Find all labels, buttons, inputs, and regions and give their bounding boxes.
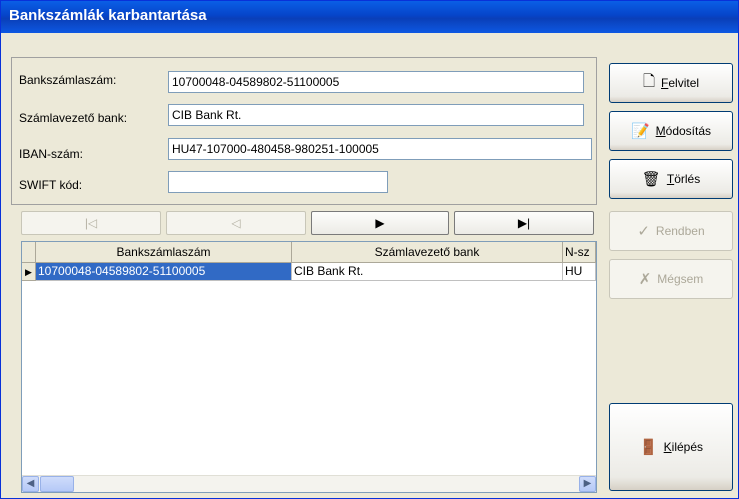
prev-record-button[interactable]: ◁ <box>166 211 306 235</box>
next-record-icon: ▶ <box>375 216 385 230</box>
modify-button[interactable]: 📝 Módosítás <box>609 111 733 151</box>
checkmark-icon: ✓ <box>637 223 650 240</box>
add-button[interactable]: 🗋 Felvitel <box>609 63 733 103</box>
scroll-right-icon[interactable]: ▶ <box>579 476 596 492</box>
grid-corner <box>22 242 36 263</box>
horizontal-scrollbar[interactable]: ◀ ▶ <box>22 475 596 492</box>
account-label: Bankszámlaszám: <box>19 73 117 87</box>
prev-record-icon: ◁ <box>231 216 241 230</box>
first-record-button[interactable]: |◁ <box>21 211 161 235</box>
add-label: elvitel <box>668 76 700 90</box>
account-number-field[interactable]: 10700048-04589802-51100005 <box>168 71 584 93</box>
delete-label: örlés <box>674 172 701 186</box>
cross-icon: ✗ <box>638 271 652 288</box>
title-bar: Bankszámlák karbantartása <box>1 1 738 33</box>
next-record-button[interactable]: ▶ <box>311 211 449 235</box>
modify-label: ódosítás <box>665 124 712 138</box>
new-document-icon: 🗋 <box>642 72 656 90</box>
current-row-indicator: ▶ <box>22 263 36 281</box>
last-record-icon: ▶| <box>517 216 531 230</box>
cancel-label: Mégsem <box>657 272 704 286</box>
edit-document-icon: 📝 <box>630 123 650 140</box>
ok-button[interactable]: ✓ Rendben <box>609 211 733 251</box>
swift-label: SWIFT kód: <box>19 178 83 192</box>
add-accel: F <box>661 76 669 90</box>
scroll-thumb[interactable] <box>40 476 74 492</box>
column-header-account[interactable]: Bankszámlaszám <box>36 242 292 263</box>
cancel-button[interactable]: ✗ Mégsem <box>609 259 733 299</box>
bank-label: Számlavezető bank: <box>19 111 128 125</box>
trash-icon: 🗑 <box>641 171 661 188</box>
main-window: Bankszámlák karbantartása Bankszámlaszám… <box>0 0 739 499</box>
ok-label: Rendben <box>655 224 705 238</box>
column-header-n[interactable]: N-sz <box>563 242 596 263</box>
table-cell-account[interactable]: 10700048-04589802-51100005 <box>36 263 292 281</box>
modify-accel: M <box>655 124 666 138</box>
last-record-button[interactable]: ▶| <box>454 211 594 235</box>
column-header-bank[interactable]: Számlavezető bank <box>292 242 563 263</box>
swift-field[interactable] <box>168 171 388 193</box>
iban-label: IBAN-szám: <box>19 147 84 161</box>
first-record-icon: |◁ <box>84 216 98 230</box>
table-cell-n[interactable]: HU <box>563 263 596 281</box>
window-title: Bankszámlák karbantartása <box>9 7 207 24</box>
delete-accel: T <box>666 172 675 186</box>
exit-label: ilépés <box>671 440 704 454</box>
delete-button[interactable]: 🗑 Törlés <box>609 159 733 199</box>
table-cell-bank[interactable]: CIB Bank Rt. <box>292 263 563 281</box>
exit-accel: K <box>663 440 672 454</box>
bank-name-field[interactable]: CIB Bank Rt. <box>168 104 584 126</box>
iban-field[interactable]: HU47-107000-480458-980251-100005 <box>168 138 592 160</box>
scroll-left-icon[interactable]: ◀ <box>22 476 39 492</box>
exit-door-icon: 🚪 <box>638 439 658 456</box>
exit-button[interactable]: 🚪 Kilépés <box>609 403 733 491</box>
accounts-grid[interactable]: Bankszámlaszám Számlavezető bank N-sz ▶ … <box>21 241 597 493</box>
